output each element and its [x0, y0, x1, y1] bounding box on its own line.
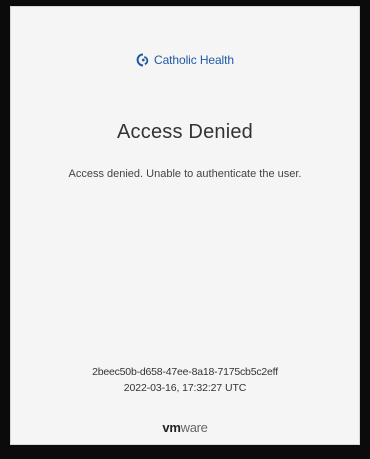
- vmware-logo: vmware: [11, 420, 359, 435]
- vmware-logo-vm: vm: [162, 420, 181, 435]
- brand-logo: Catholic Health: [11, 53, 359, 67]
- error-message: Access denied. Unable to authenticate th…: [68, 168, 302, 180]
- timestamp: 2022-03-16, 17:32:27 UTC: [123, 382, 247, 394]
- session-id: 2beec50b-d658-47ee-8a18-7175cb5c2eff: [92, 366, 278, 378]
- brand-name: Catholic Health: [154, 53, 234, 67]
- vmware-logo-ware: ware: [180, 420, 208, 435]
- catholic-health-logo-icon: [136, 53, 150, 67]
- access-denied-card: Catholic Health Access Denied Access den…: [10, 6, 360, 445]
- page-title: Access Denied: [117, 121, 253, 143]
